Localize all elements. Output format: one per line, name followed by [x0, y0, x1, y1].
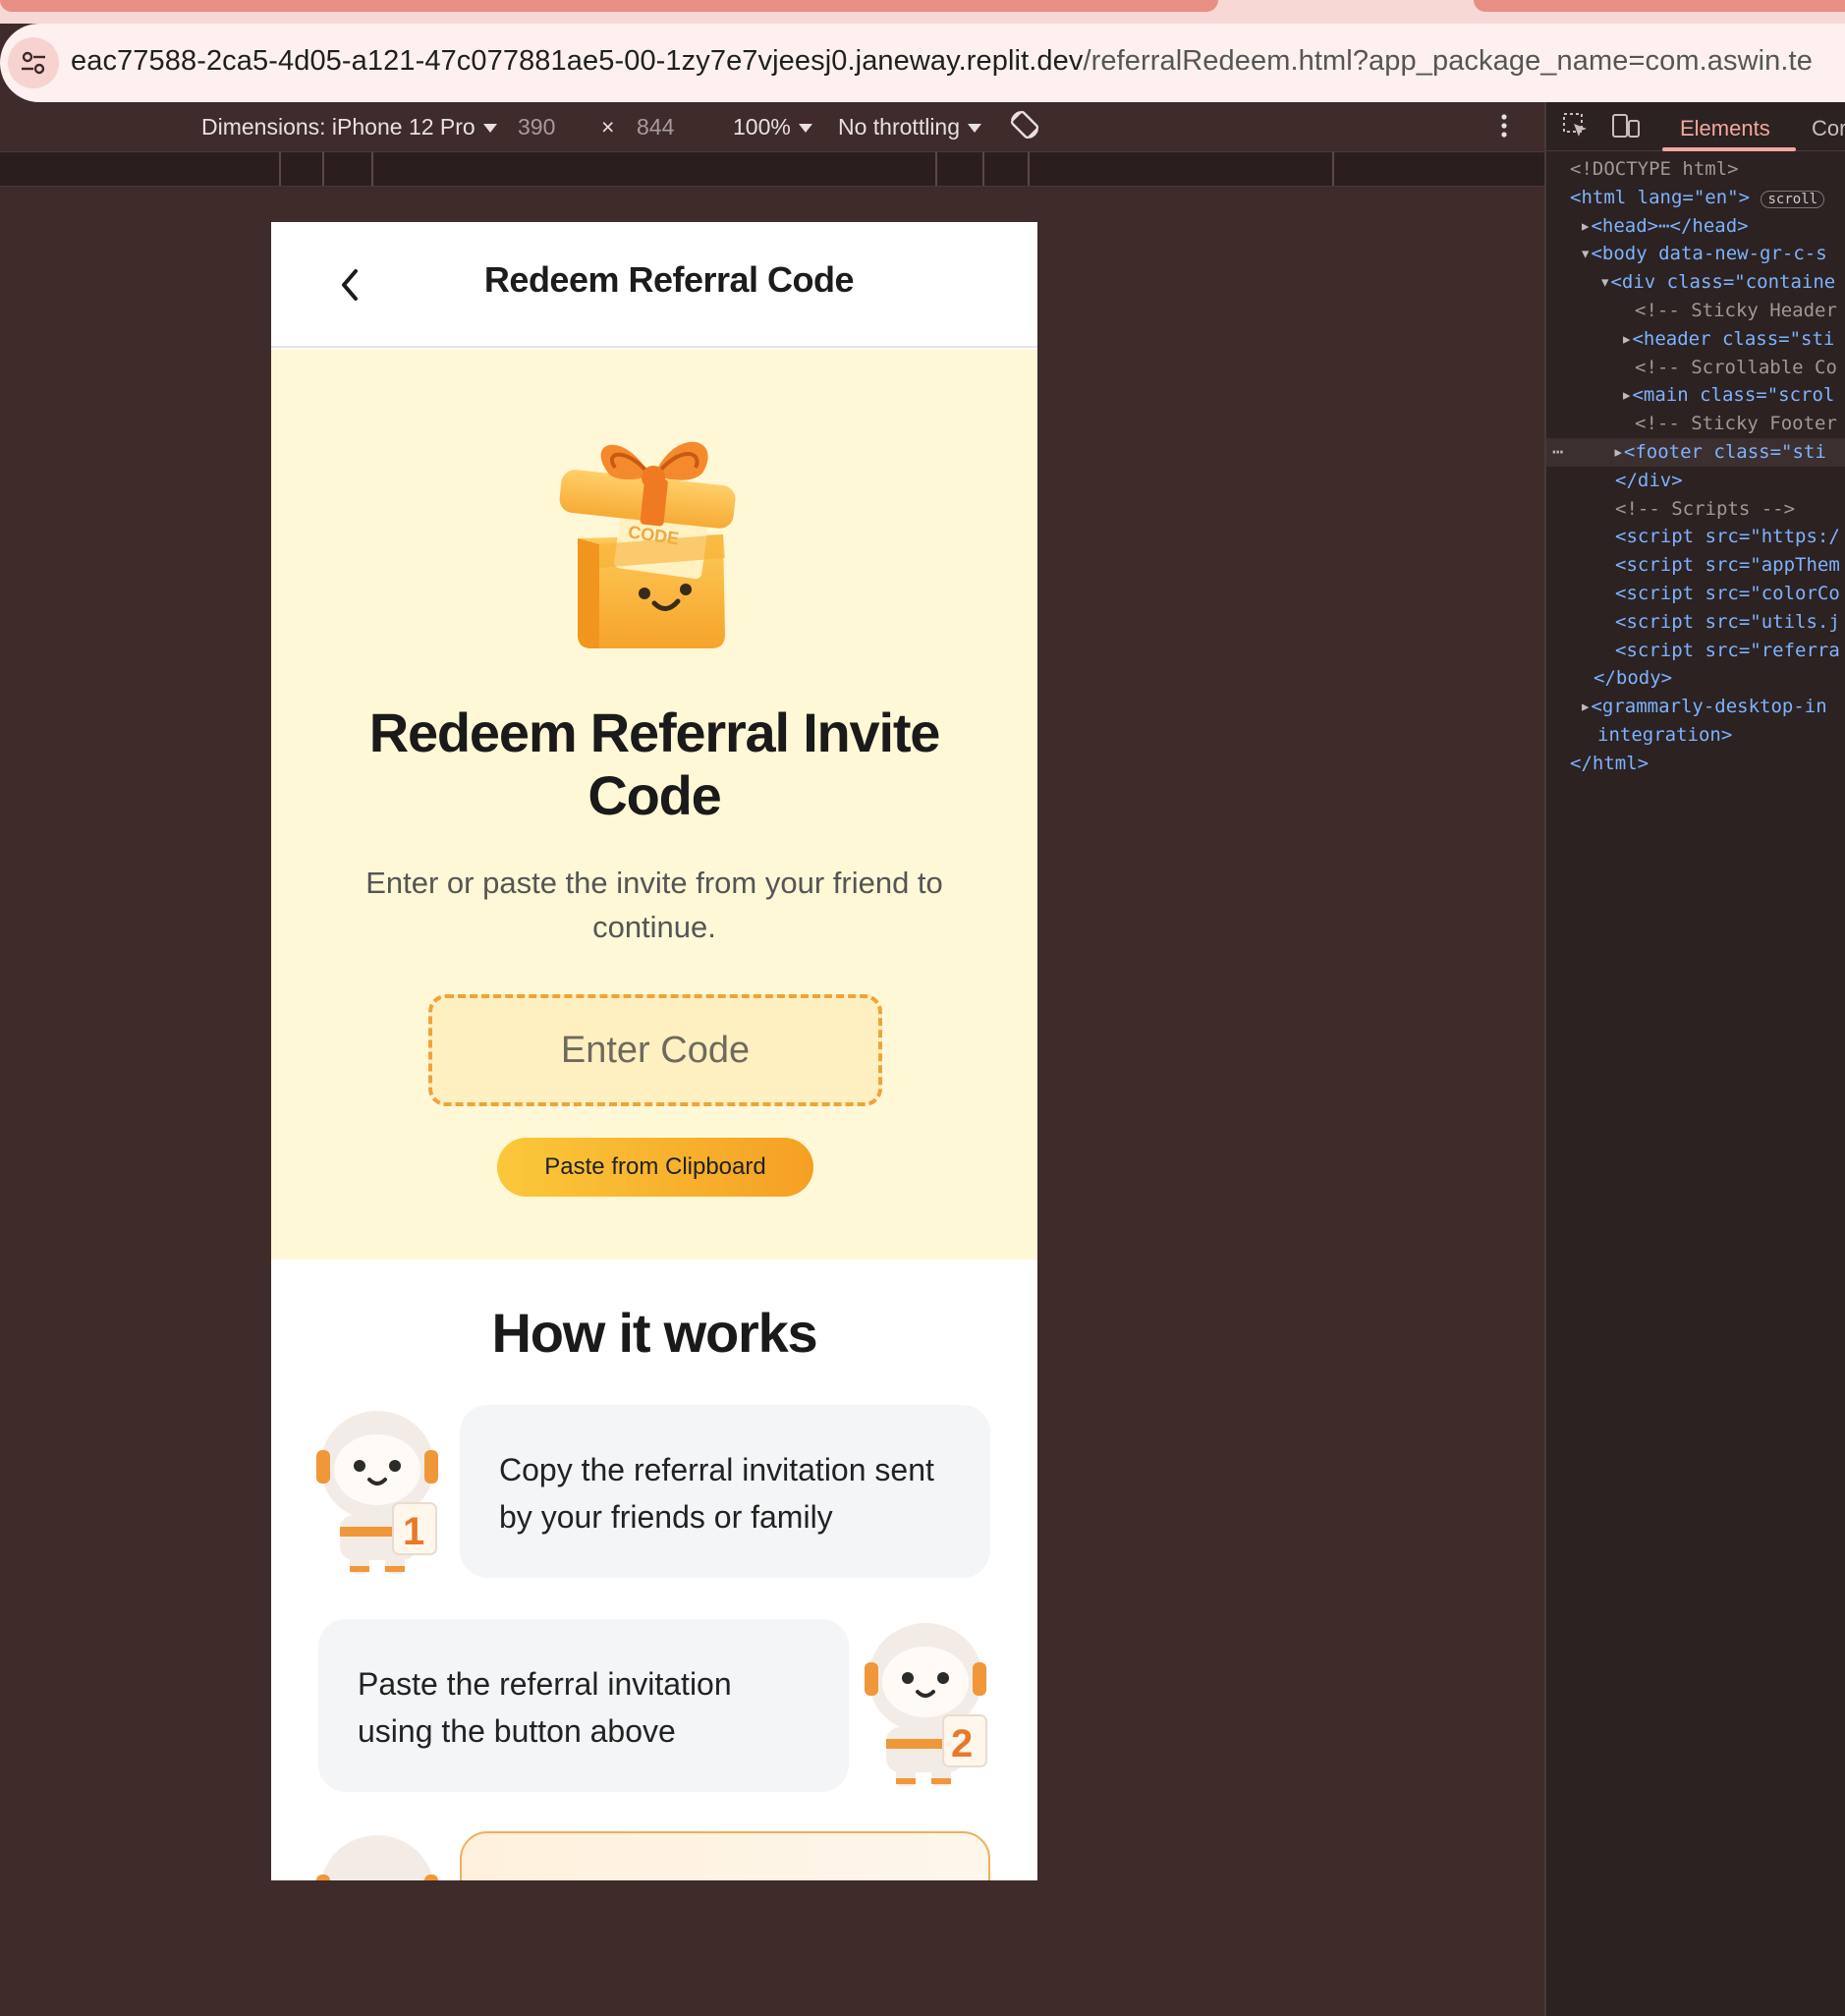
- dom-node-text: integration>: [1597, 723, 1733, 746]
- site-info-icon[interactable]: [8, 37, 59, 88]
- dom-node[interactable]: <script src="https:/: [1546, 523, 1845, 551]
- chevron-down-icon: [482, 124, 497, 134]
- dom-node[interactable]: ▸<grammarly-desktop-in: [1546, 693, 1845, 721]
- devtools-tabbar: Elements Cor: [1546, 102, 1845, 151]
- dom-node-text: <script src="appThem: [1615, 554, 1840, 577]
- step-1-number: 1: [403, 1510, 424, 1553]
- dom-node-text: <script src="referra: [1615, 639, 1840, 661]
- referral-code-input[interactable]: [428, 994, 882, 1106]
- dom-node-text: </body>: [1593, 667, 1673, 690]
- dom-node-selected[interactable]: ⋯ ▸<footer class="sti: [1546, 437, 1845, 467]
- active-tab-indicator: [1662, 147, 1796, 151]
- zoom-select[interactable]: 100%: [733, 114, 812, 140]
- throttling-select[interactable]: No throttling: [838, 114, 982, 140]
- dom-node[interactable]: ▾<div class="containe: [1546, 268, 1845, 297]
- url-text[interactable]: eac77588-2ca5-4d05-a121-47c077881ae5-00-…: [71, 45, 1813, 78]
- dimensions-label: Dimensions: iPhone 12 Pro: [201, 114, 475, 140]
- dom-node[interactable]: <script src="utils.j: [1546, 608, 1845, 637]
- tab-strip: [0, 0, 1845, 24]
- dom-node[interactable]: <script src="referra: [1546, 637, 1845, 665]
- device-toggle-icon[interactable]: [1611, 112, 1641, 146]
- astronaut-step-1-icon: 1: [310, 1405, 448, 1578]
- media-query-ruler[interactable]: [0, 151, 1544, 187]
- dom-node[interactable]: ▸<head>⋯</head>: [1546, 212, 1845, 241]
- more-options-icon[interactable]: [1499, 112, 1509, 145]
- browser-tab[interactable]: [1474, 0, 1845, 12]
- inspect-element-icon[interactable]: [1562, 112, 1590, 146]
- astronaut-step-3-icon: [310, 1833, 448, 1880]
- step-2-card: Paste the referral invitation using the …: [318, 1619, 849, 1792]
- devtools-panel: Elements Cor <!DOCTYPE html> <html lang=…: [1544, 102, 1845, 2016]
- how-it-works-title: How it works: [491, 1302, 818, 1364]
- dom-node[interactable]: <!-- Sticky Header: [1546, 297, 1845, 325]
- width-input[interactable]: 390: [518, 114, 555, 140]
- dom-node[interactable]: <!-- Sticky Footer: [1546, 410, 1845, 438]
- dom-node-text: <footer class="sti: [1623, 440, 1826, 463]
- rotate-icon[interactable]: [1008, 108, 1041, 147]
- chevron-down-icon: [968, 124, 982, 134]
- dom-node[interactable]: <!DOCTYPE html>: [1546, 155, 1845, 184]
- dom-node[interactable]: <html lang="en"> scroll: [1546, 184, 1845, 212]
- dom-node-text: <!DOCTYPE html>: [1570, 158, 1739, 180]
- step-3-card: [460, 1831, 990, 1880]
- dom-node[interactable]: integration>: [1546, 721, 1845, 750]
- astronaut-step-2-icon: 2: [861, 1617, 998, 1790]
- dom-node-text: <html lang="en">: [1570, 186, 1751, 208]
- scroll-badge[interactable]: scroll: [1761, 190, 1825, 208]
- hero-subtitle: Enter or paste the invite from your frie…: [365, 866, 943, 944]
- app-header: Redeem Referral Code: [271, 222, 1037, 348]
- dom-node-text: <!-- Sticky Footer: [1635, 413, 1837, 435]
- device-viewport: Redeem Referral Code CODE Redeem Referra…: [271, 222, 1037, 1880]
- url-host: eac77588-2ca5-4d05-a121-47c077881ae5-00-…: [71, 45, 1084, 77]
- step-2-text: Paste the referral invitation using the …: [358, 1666, 732, 1749]
- dom-node[interactable]: <script src="colorCo: [1546, 580, 1845, 608]
- dom-node-text: <div class="containe: [1610, 271, 1836, 294]
- dom-node-text: <main class="scrol: [1632, 384, 1835, 407]
- hero-section: CODE Redeem Referral Invite Code Enter o…: [271, 350, 1037, 1260]
- height-input[interactable]: 844: [637, 114, 674, 140]
- dom-node-text: <body data-new-gr-c-s: [1591, 243, 1827, 265]
- dom-node-text: </div>: [1615, 469, 1683, 491]
- dom-node[interactable]: <!-- Scrollable Co: [1546, 354, 1845, 382]
- address-bar[interactable]: eac77588-2ca5-4d05-a121-47c077881ae5-00-…: [0, 24, 1845, 102]
- dom-node-text: </html>: [1570, 752, 1649, 774]
- dom-tree[interactable]: <!DOCTYPE html> <html lang="en"> scroll …: [1546, 155, 1845, 778]
- dom-node-text: <script src="https:/: [1615, 526, 1840, 548]
- browser-tab[interactable]: [0, 0, 1218, 12]
- url-path: /referralRedeem.html?app_package_name=co…: [1083, 45, 1813, 77]
- times-sign: ×: [601, 114, 615, 140]
- dom-node-text: <header class="sti: [1632, 327, 1835, 350]
- tab-console[interactable]: Cor: [1812, 116, 1845, 141]
- dom-node-text: <head>⋯</head>: [1591, 214, 1749, 237]
- gift-box-icon: CODE: [556, 420, 743, 656]
- dom-node-text: <script src="colorCo: [1615, 582, 1840, 604]
- throttling-label: No throttling: [838, 114, 961, 140]
- dom-node-text: <script src="utils.j: [1615, 610, 1840, 633]
- dom-node[interactable]: <script src="appThem: [1546, 551, 1845, 580]
- dom-node-text: <grammarly-desktop-in: [1591, 696, 1827, 718]
- step-1-card: Copy the referral invitation sent by you…: [460, 1405, 990, 1578]
- dom-node[interactable]: </div>: [1546, 467, 1845, 495]
- dimensions-select[interactable]: Dimensions: iPhone 12 Pro: [201, 114, 497, 140]
- dom-node[interactable]: <!-- Scripts -->: [1546, 495, 1845, 524]
- paste-from-clipboard-button[interactable]: Paste from Clipboard: [497, 1138, 813, 1197]
- step-2-number: 2: [951, 1722, 973, 1765]
- device-toolbar: Dimensions: iPhone 12 Pro 390 × 844 100%…: [0, 102, 1544, 151]
- dom-node[interactable]: ▾<body data-new-gr-c-s: [1546, 240, 1845, 268]
- step-1-text: Copy the referral invitation sent by you…: [499, 1452, 934, 1535]
- hero-title: Redeem Referral Invite Code: [368, 701, 941, 826]
- chevron-down-icon: [798, 124, 812, 134]
- page-title: Redeem Referral Code: [483, 259, 855, 300]
- dom-node[interactable]: ▸<header class="sti: [1546, 325, 1845, 354]
- tab-elements[interactable]: Elements: [1680, 116, 1770, 141]
- dom-node-text: <!-- Scrollable Co: [1635, 356, 1837, 378]
- zoom-label: 100%: [733, 114, 791, 140]
- dom-node[interactable]: </body>: [1546, 664, 1845, 693]
- dom-node[interactable]: ▸<main class="scrol: [1546, 381, 1845, 410]
- dom-node-text: <!-- Scripts -->: [1615, 497, 1796, 520]
- dom-node[interactable]: </html>: [1546, 750, 1845, 778]
- dom-node-text: <!-- Sticky Header: [1635, 299, 1837, 321]
